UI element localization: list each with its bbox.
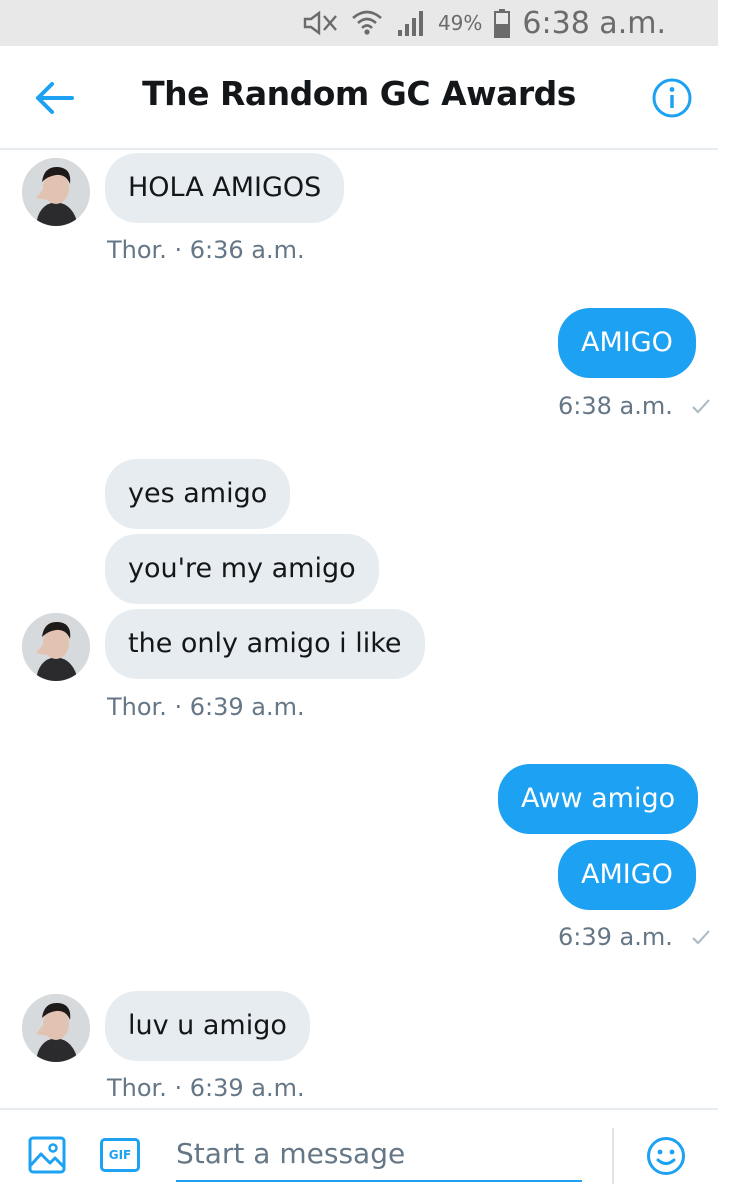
gif-button[interactable]: GIF <box>100 1138 140 1172</box>
message-composer: GIF <box>0 1108 718 1200</box>
avatar[interactable] <box>22 613 90 681</box>
conversation-header: The Random GC Awards <box>0 46 718 150</box>
message-bubble[interactable]: the only amigo i like <box>105 609 425 679</box>
message-bubble[interactable]: AMIGO <box>558 840 696 910</box>
message-bubble[interactable]: HOLA AMIGOS <box>105 153 345 223</box>
message-bubble[interactable]: luv u amigo <box>105 991 310 1061</box>
mute-icon <box>302 10 338 36</box>
message-bubble[interactable]: AMIGO <box>558 308 696 378</box>
status-bar: 49% 6:38 a.m. <box>0 0 718 46</box>
message-time: 6:39 a.m. <box>558 923 673 951</box>
message-list: HOLA AMIGOS Thor. · 6:36 a.m. AMIGO 6:38… <box>0 150 718 1110</box>
divider <box>612 1128 614 1184</box>
avatar[interactable] <box>22 994 90 1062</box>
conversation-title: The Random GC Awards <box>142 74 576 113</box>
message-meta: Thor. · 6:39 a.m. <box>107 693 305 721</box>
wifi-icon <box>350 8 384 38</box>
status-time: 6:38 a.m. <box>522 5 666 41</box>
battery-icon <box>494 8 511 38</box>
message-bubble[interactable]: yes amigo <box>105 459 291 529</box>
battery-percent: 49% <box>437 11 483 35</box>
message-meta: 6:39 a.m. <box>558 923 711 952</box>
emoji-icon[interactable] <box>646 1136 686 1176</box>
avatar[interactable] <box>22 158 90 226</box>
screen-edge <box>718 0 750 1200</box>
message-meta: Thor. · 6:39 a.m. <box>107 1074 305 1102</box>
signal-icon <box>396 8 428 38</box>
message-input[interactable] <box>176 1126 582 1182</box>
message-bubble[interactable]: Aww amigo <box>498 764 699 834</box>
check-icon <box>691 924 711 952</box>
message-meta: 6:38 a.m. <box>558 392 711 421</box>
info-icon[interactable] <box>652 78 692 118</box>
message-bubble[interactable]: you're my amigo <box>105 534 379 604</box>
image-icon[interactable] <box>28 1136 66 1174</box>
message-meta: Thor. · 6:36 a.m. <box>107 236 305 264</box>
check-icon <box>691 393 711 421</box>
message-time: 6:38 a.m. <box>558 392 673 420</box>
dm-screen: 49% 6:38 a.m. The Random GC Awards HOLA … <box>0 0 718 1200</box>
